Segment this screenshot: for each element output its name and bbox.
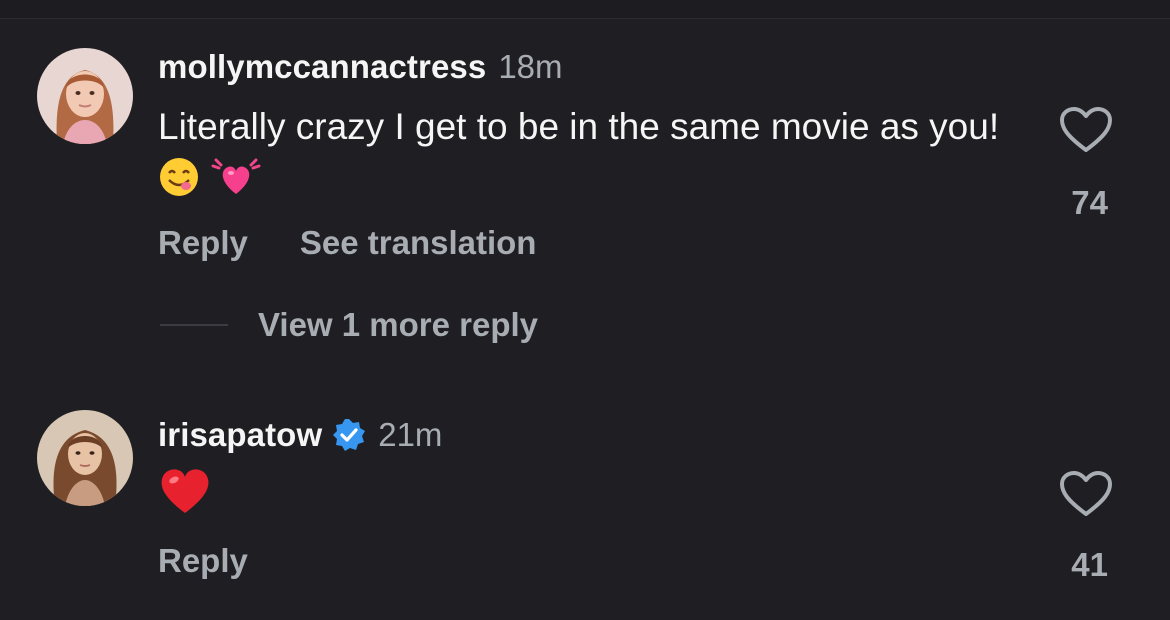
like-button[interactable]	[1059, 106, 1113, 154]
comment-text	[158, 466, 1018, 529]
verified-badge-icon	[332, 418, 366, 452]
red-heart-emoji	[158, 466, 212, 529]
view-more-replies[interactable]: View 1 more reply	[160, 306, 538, 344]
comment-header: irisapatow 21m	[158, 416, 442, 454]
reply-button[interactable]: Reply	[158, 224, 248, 262]
comment-actions: Reply See translation	[158, 224, 536, 262]
username[interactable]: mollymccannactress	[158, 48, 486, 86]
comment-header: mollymccannactress 18m	[158, 48, 563, 86]
comment-actions: Reply	[158, 542, 248, 580]
reply-button[interactable]: Reply	[158, 542, 248, 580]
timestamp: 21m	[378, 416, 443, 453]
thread-line	[160, 324, 228, 326]
heart-outline-icon	[1060, 107, 1112, 152]
comment-text-content: Literally crazy I get to be in the same …	[158, 106, 1000, 147]
username[interactable]: irisapatow	[158, 416, 322, 454]
avatar[interactable]	[37, 48, 133, 144]
avatar[interactable]	[37, 410, 133, 506]
yum-face-emoji	[158, 156, 200, 211]
heart-outline-icon	[1060, 471, 1112, 516]
beating-heart-emoji	[210, 152, 262, 211]
view-more-replies-label[interactable]: View 1 more reply	[258, 306, 538, 344]
like-button[interactable]	[1059, 470, 1113, 518]
timestamp: 18m	[498, 48, 563, 85]
like-count: 74	[1071, 184, 1108, 221]
like-count: 41	[1071, 546, 1108, 583]
top-divider	[0, 0, 1170, 19]
see-translation-button[interactable]: See translation	[300, 224, 537, 262]
comment-text: Literally crazy I get to be in the same …	[158, 102, 1018, 211]
